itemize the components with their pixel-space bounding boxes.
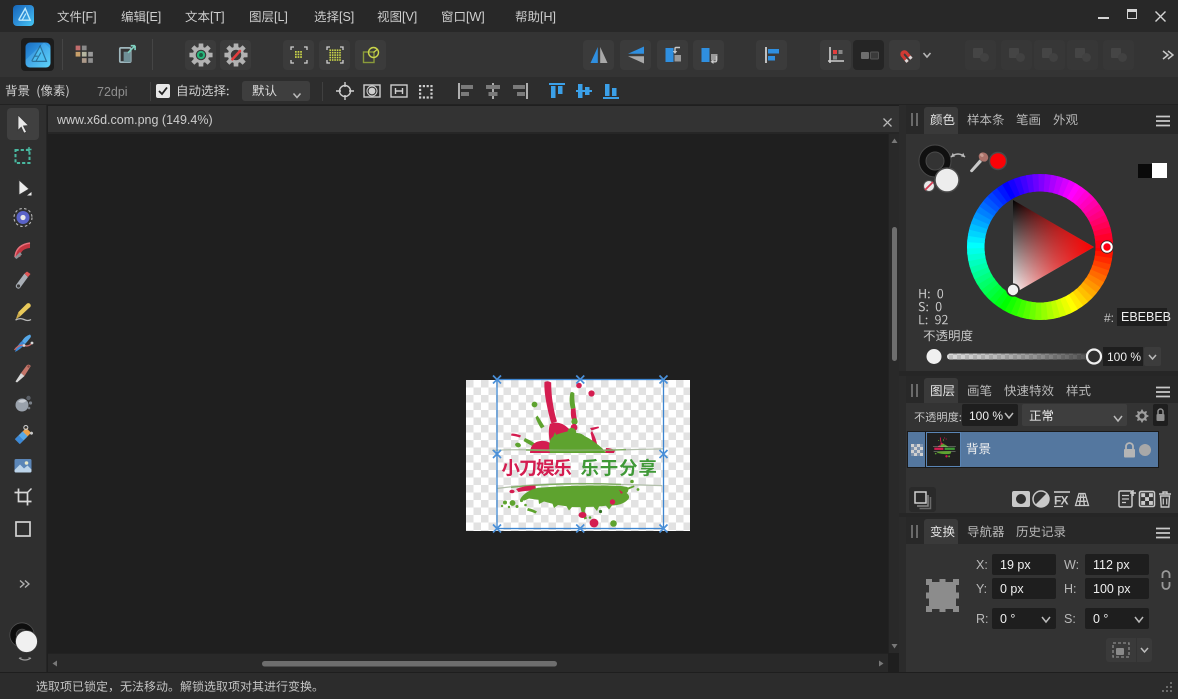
svg-text:FX: FX bbox=[1054, 494, 1069, 508]
